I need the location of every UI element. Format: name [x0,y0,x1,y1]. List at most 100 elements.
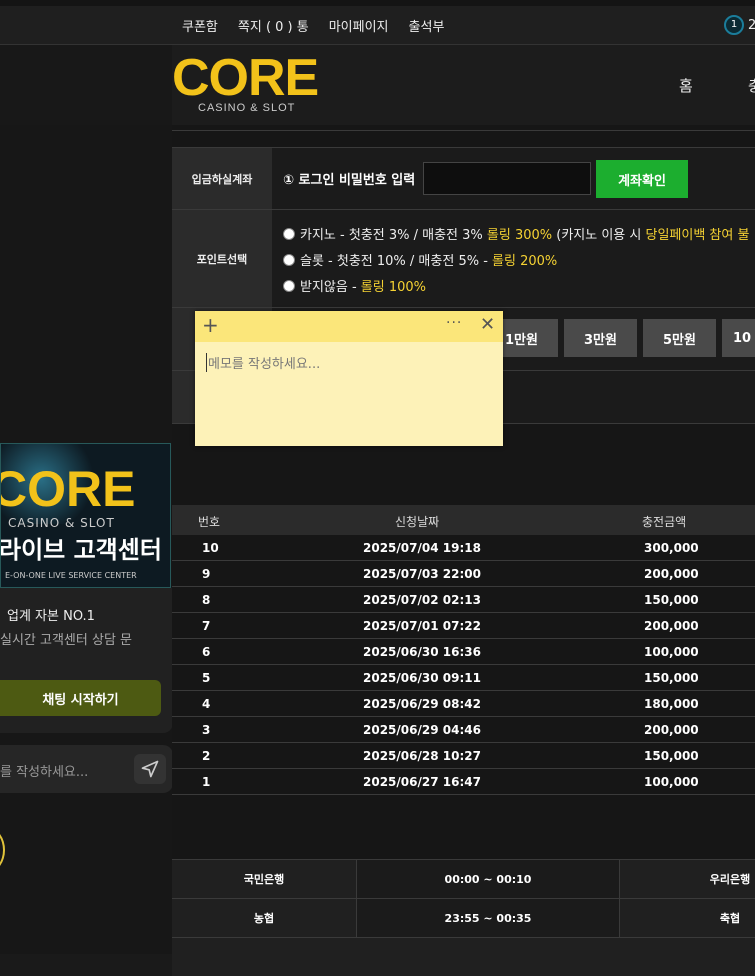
cell-amount: 300,000 [644,541,699,555]
amount-100k-button[interactable]: 10 [722,319,755,357]
login-prompt: ① 로그인 비밀번호 입력 [283,173,416,188]
top-nav-mypage[interactable]: 마이페이지 [329,16,389,35]
bank-time: 00:00 ~ 00:10 [357,860,620,898]
banner-english: E-ON-ONE LIVE SERVICE CENTER [5,571,137,580]
cell-number: 2 [202,749,211,763]
banner-logo: CORE [0,461,136,517]
amount-30k-button[interactable]: 3만원 [564,319,637,357]
top-nav-messages[interactable]: 쪽지 ( 0 ) 통 [238,16,309,35]
nav-home[interactable]: 홈 [679,75,693,96]
cell-amount: 150,000 [644,749,699,763]
nav-charge[interactable]: 충 [748,75,755,96]
bank-time: 23:55 ~ 00:35 [357,899,620,937]
points-row: 포인트선택 카지노 - 첫충전 3% / 매충전 3% 롤링 300% (카지노… [172,209,755,308]
cell-amount: 200,000 [644,619,699,633]
cell-number: 1 [202,775,211,789]
chat-input-box[interactable]: 를 작성하세요... [0,745,173,793]
chat-card: 업계 자본 NO.1 실시간 고객센터 상담 문 채팅 시작하기 [0,588,173,733]
send-button[interactable] [134,754,166,784]
account-row: 입금하실계좌 ① 로그인 비밀번호 입력 계좌확인 [172,147,755,210]
table-row: 4 2025/06/29 08:42 180,000 [172,691,755,717]
banner-title: 라이브 고객센터 [0,536,162,564]
amount-50k-button[interactable]: 5만원 [643,319,716,357]
radio-none[interactable] [283,280,295,292]
top-nav: 쿠폰함 쪽지 ( 0 ) 통 마이페이지 출석부 [182,16,464,35]
bank-name: 농협 [172,899,357,937]
cell-date: 2025/07/04 19:18 [363,541,481,555]
divider [172,130,755,131]
table-row: 8 2025/07/02 02:13 150,000 [172,587,755,613]
chat-input-placeholder: 를 작성하세요... [0,765,89,780]
bank-row-partial [172,937,755,976]
option-none[interactable]: 받지않음 - 롤링 100% [283,276,426,295]
top-nav-coupon[interactable]: 쿠폰함 [182,16,218,35]
option-none-text: 받지않음 - [300,280,361,295]
table-row: 1 2025/06/27 16:47 100,000 [172,769,755,795]
sticky-note-input[interactable]: 메모를 작성하세요... [206,353,320,372]
option-casino-payback: 당일페이백 참여 불 [645,228,750,243]
bank-name-2: 우리은행 [709,873,751,886]
sticky-note[interactable]: + ··· ✕ 메모를 작성하세요... [195,311,503,446]
col-amount: 충전금액 [642,515,687,529]
cell-amount: 180,000 [644,697,699,711]
radio-casino[interactable] [283,228,295,240]
table-row: 2 2025/06/28 10:27 150,000 [172,743,755,769]
sticky-note-header: + ··· ✕ [195,311,503,342]
table-header: 번호 신청날짜 충전금액 [172,505,755,535]
cell-date: 2025/07/02 02:13 [363,593,481,607]
table-row: 5 2025/06/30 09:11 150,000 [172,665,755,691]
password-input[interactable] [423,162,591,195]
cell-date: 2025/06/30 09:11 [363,671,481,685]
cell-amount: 150,000 [644,593,699,607]
col-number: 번호 [198,515,221,529]
cell-number: 8 [202,593,211,607]
cell-date: 2025/06/28 10:27 [363,749,481,763]
cell-number: 5 [202,671,211,685]
send-icon [141,760,159,778]
start-chat-button[interactable]: 채팅 시작하기 [0,680,161,716]
table-row: 7 2025/07/01 07:22 200,000 [172,613,755,639]
add-note-icon[interactable]: + [202,314,219,336]
bank-row: 농협 23:55 ~ 00:35 축협 [172,898,755,937]
header-left [0,45,172,125]
option-slot-text: 슬롯 - 첫충전 10% / 매충전 5% - [300,254,493,269]
account-label: 입금하실계좌 [172,148,272,210]
cell-number: 3 [202,723,211,737]
confirm-account-button[interactable]: 계좌확인 [596,160,688,198]
cell-amount: 200,000 [644,567,699,581]
points-body: 카지노 - 첫충전 3% / 매충전 3% 롤링 300% (카지노 이용 시 … [272,210,755,308]
logo-subtitle: CASINO & SLOT [198,102,296,114]
cell-date: 2025/06/29 04:46 [363,723,481,737]
option-none-rolling: 롤링 100% [360,280,427,295]
points-label: 포인트선택 [172,210,272,308]
table-row: 10 2025/07/04 19:18 300,000 [172,535,755,561]
cell-amount: 100,000 [644,775,699,789]
cell-number: 4 [202,697,211,711]
cell-amount: 150,000 [644,671,699,685]
level-badge: 1 [724,15,744,35]
table-row: 9 2025/07/03 22:00 200,000 [172,561,755,587]
cell-date: 2025/06/30 16:36 [363,645,481,659]
radio-slot[interactable] [283,254,295,266]
top-strip [0,0,755,6]
cell-date: 2025/07/03 22:00 [363,567,481,581]
cell-number: 10 [202,541,219,555]
option-casino-text: 카지노 - 첫충전 3% / 매충전 3% [300,228,487,243]
option-slot-rolling: 롤링 200% [492,254,558,269]
live-support-banner[interactable]: CORE CASINO & SLOT 라이브 고객센터 E-ON-ONE LIV… [0,443,171,588]
top-bar: 쿠폰함 쪽지 ( 0 ) 통 마이페이지 출석부 1 2 [0,0,755,45]
top-nav-attendance[interactable]: 출석부 [409,16,445,35]
option-slot[interactable]: 슬롯 - 첫충전 10% / 매충전 5% - 롤링 200% [283,250,557,269]
col-date: 신청날짜 [395,515,440,529]
site-logo[interactable]: CORE CASINO & SLOT [172,52,337,116]
top-right-user[interactable]: 1 2 [724,15,755,35]
logo-text: CORE [172,49,319,107]
close-icon[interactable]: ✕ [480,314,495,335]
cell-date: 2025/06/27 16:47 [363,775,481,789]
option-casino-suffix: (카지노 이용 시 [552,228,646,243]
more-icon[interactable]: ··· [446,315,462,331]
bank-name: 국민은행 [172,860,357,898]
cell-amount: 200,000 [644,723,699,737]
option-casino[interactable]: 카지노 - 첫충전 3% / 매충전 3% 롤링 300% (카지노 이용 시 … [283,224,749,243]
chat-title: 업계 자본 NO.1 [7,609,95,624]
